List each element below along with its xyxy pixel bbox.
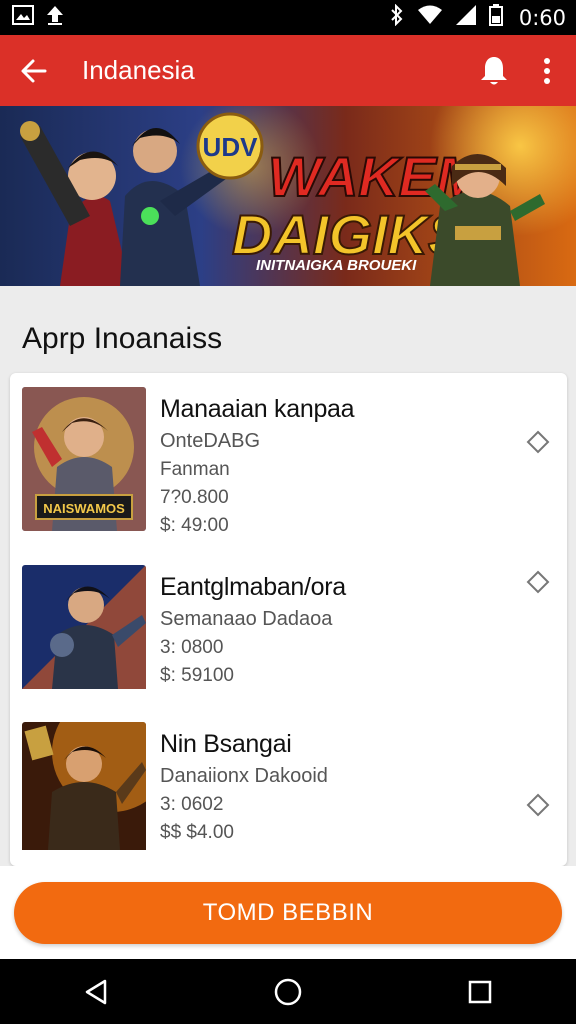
item-action-button[interactable] [523, 427, 553, 457]
svg-text:UDV: UDV [203, 132, 259, 162]
signal-icon [455, 4, 477, 31]
svg-text:NAISWAMOS: NAISWAMOS [43, 501, 125, 516]
battery-icon [488, 4, 503, 31]
system-nav-bar [0, 959, 576, 1024]
more-vert-icon [544, 57, 550, 84]
more-options-button[interactable] [530, 35, 564, 106]
status-right: 0:60 [389, 3, 566, 31]
app-list-card: NAISWAMOS Manaaian kanpaa OnteDABG Fanma… [10, 373, 567, 866]
item-price: $$ $4.00 [160, 822, 234, 843]
back-triangle-icon [85, 979, 107, 1004]
status-bar: 0:60 [0, 0, 576, 35]
app-bar: Indanesia [0, 35, 576, 106]
list-item[interactable]: Nin Bsangai Danaiionx Dakooid 3: 0602 $$… [10, 708, 567, 858]
item-text: Nin Bsangai Danaiionx Dakooid 3: 0602 $$… [160, 730, 328, 844]
banner-subtitle: INITNAIGKA BROUEKI [256, 257, 417, 274]
item-name: Eantglmaban/ora [160, 573, 346, 601]
recents-square-icon [468, 980, 492, 1003]
item-text: Eantglmaban/ora Semanaao Dadaoa 3: 0800 … [160, 573, 346, 687]
item-name: Nin Bsangai [160, 730, 292, 758]
item-count: 7?0.800 [160, 487, 229, 508]
item-count: 3: 0602 [160, 794, 224, 815]
cta-container: TOMD BEBBIN [0, 866, 576, 959]
item-action-button[interactable] [523, 790, 553, 820]
bluetooth-icon [389, 3, 405, 31]
app-title: Indanesia [82, 55, 195, 85]
nav-recents-button[interactable] [445, 959, 515, 1024]
list-item[interactable]: NAISWAMOS Manaaian kanpaa OnteDABG Fanma… [10, 373, 567, 536]
upload-icon [46, 4, 64, 31]
diamond-icon [526, 430, 550, 454]
list-item[interactable]: Eantglmaban/ora Semanaao Dadaoa 3: 0800 … [10, 551, 567, 701]
item-thumbnail [22, 565, 146, 709]
item-price: $: 49:00 [160, 515, 229, 536]
item-detail: Fanman [160, 459, 230, 480]
item-name: Manaaian kanpaa [160, 395, 355, 423]
diamond-icon [526, 570, 550, 594]
item-thumbnail [22, 722, 146, 866]
item-action-button[interactable] [523, 567, 553, 597]
back-button[interactable] [0, 35, 68, 106]
wifi-icon [417, 5, 443, 30]
status-time: 0:60 [518, 5, 566, 30]
banner-artwork: UDV WAKEM DAIGIKS INITNAIGKA BROUEKI [0, 106, 576, 286]
item-subtitle: OnteDABG [160, 430, 261, 452]
status-left [12, 4, 64, 31]
item-thumbnail: NAISWAMOS [22, 387, 146, 531]
item-price: $: 59100 [160, 665, 234, 686]
diamond-icon [526, 793, 550, 817]
item-subtitle: Semanaao Dadaoa [160, 608, 333, 630]
nav-home-button[interactable] [253, 959, 323, 1024]
section-title: Aprp Inoanaiss [22, 322, 223, 355]
promo-banner[interactable]: UDV WAKEM DAIGIKS INITNAIGKA BROUEKI [0, 106, 576, 286]
image-icon [12, 5, 34, 30]
item-text: Manaaian kanpaa OnteDABG Fanman 7?0.800 … [160, 395, 355, 537]
arrow-left-icon [21, 59, 47, 82]
bell-icon [481, 56, 507, 84]
nav-back-button[interactable] [61, 959, 131, 1024]
banner-badge: UDV [196, 112, 264, 180]
home-circle-icon [274, 978, 302, 1005]
primary-cta-button[interactable]: TOMD BEBBIN [14, 882, 562, 944]
item-count: 3: 0800 [160, 637, 224, 658]
notifications-button[interactable] [472, 35, 516, 106]
item-subtitle: Danaiionx Dakooid [160, 765, 328, 787]
